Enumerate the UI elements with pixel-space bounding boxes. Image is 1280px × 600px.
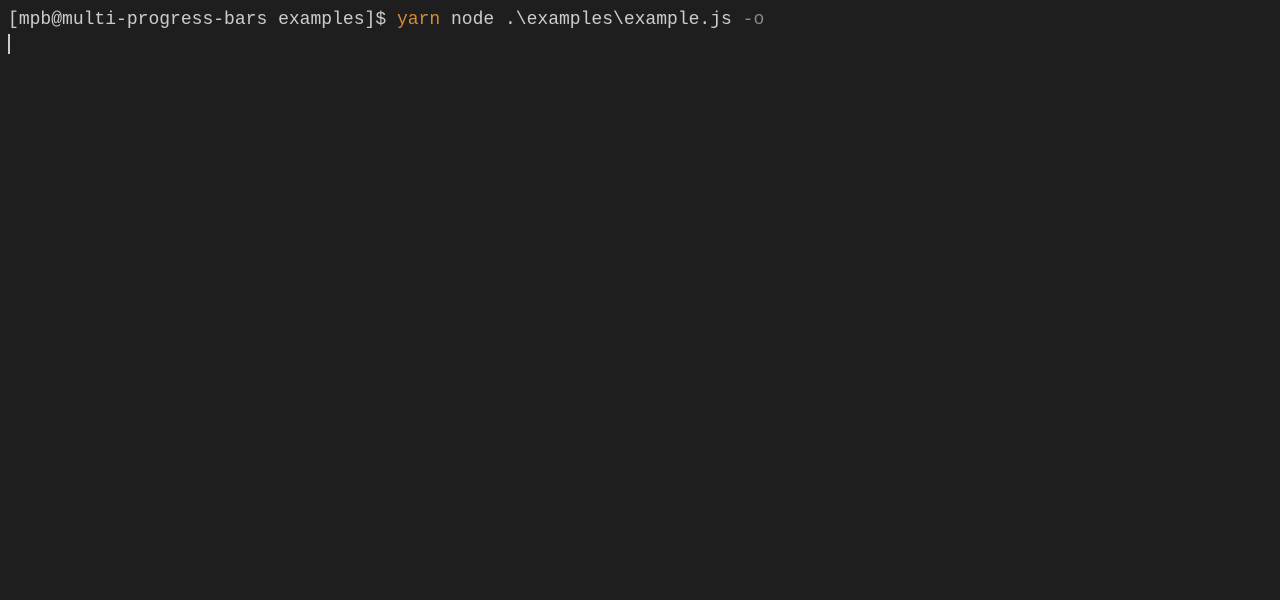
prompt-host: multi-progress-bars: [62, 10, 267, 30]
command-node: node: [451, 10, 494, 30]
terminal-prompt-line[interactable]: [mpb@multi-progress-bars examples]$ yarn…: [8, 8, 1272, 32]
command-space: [494, 10, 505, 30]
prompt-space: [267, 10, 278, 30]
terminal-cursor-line[interactable]: [8, 32, 1272, 56]
prompt-trailing-space: [386, 10, 397, 30]
prompt-path: examples: [278, 10, 364, 30]
command-space: [732, 10, 743, 30]
command-yarn: yarn: [397, 10, 440, 30]
command-flag: -o: [743, 10, 765, 30]
command-filepath: .\examples\example.js: [505, 10, 732, 30]
prompt-close-bracket: ]: [365, 10, 376, 30]
prompt-open-bracket: [: [8, 10, 19, 30]
prompt-user: mpb: [19, 10, 51, 30]
prompt-at: @: [51, 10, 62, 30]
prompt-symbol: $: [375, 10, 386, 30]
terminal-cursor: [8, 34, 10, 54]
command-space: [440, 10, 451, 30]
